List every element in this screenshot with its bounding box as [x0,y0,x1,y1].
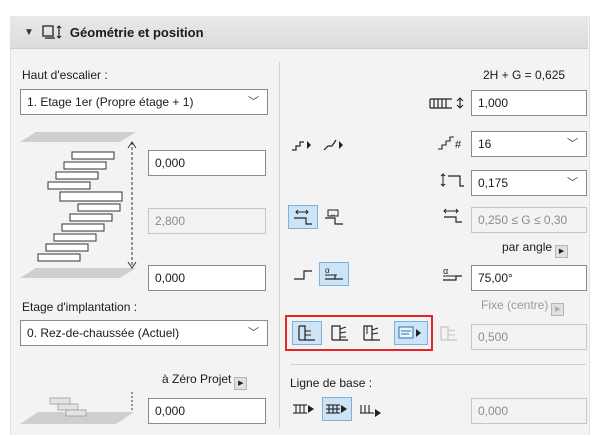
stair-profile-icon[interactable] [288,262,318,286]
angle-mode-text: par angle [502,240,553,254]
add-flight-icon[interactable] [287,133,317,157]
section-separator [290,364,586,365]
top-level-select[interactable]: 1. Etage 1er (Propre étage + 1) ﹀ [20,89,268,115]
svg-text:α: α [325,266,330,275]
baseline-center-icon[interactable] [322,397,352,421]
play-arrow-icon: ▶ [551,303,565,316]
column-divider [279,62,280,428]
edit-flight-icon[interactable] [319,133,349,157]
play-arrow-icon[interactable]: ▶ [555,245,569,258]
baseline-label: Ligne de base : [290,376,373,390]
position-mode-text: Fixe (centre) [481,298,549,312]
position-mode-button: Fixe (centre) ▶ [481,298,565,316]
formula-label: 2H + G = 0,625 [483,68,566,82]
riser-height-value: 0,175 [478,176,509,190]
top-level-label: Haut d'escalier : [22,68,108,82]
riser-height-select[interactable]: 0,175 ﹀ [471,170,587,196]
bottom-offset-input[interactable]: 0,000 [148,265,266,291]
svg-text:#: # [455,139,462,151]
going-depth-input: 0,250 ≤ G ≤ 0,30 [471,207,587,233]
going-depth-icon [442,208,464,224]
stair-height-input: 2,800 [148,208,266,234]
stair-angle-icon[interactable]: α [319,262,349,286]
top-offset-input[interactable]: 0,000 [148,150,266,176]
position-icon [438,324,460,342]
triangle-down-icon[interactable]: ▼ [24,27,34,38]
angle-input[interactable]: 75,00° [471,265,587,291]
angle-icon: α [442,266,464,282]
highlight-box [285,315,433,351]
panel-title: Géométrie et position [69,24,204,40]
riser-count-select[interactable]: 16 ﹀ [471,131,587,157]
riser-height-icon [440,172,466,188]
baseline-right-icon[interactable] [356,397,386,421]
top-level-value: 1. Etage 1er (Propre étage + 1) [27,95,194,109]
stair-geometry-icon [42,24,64,40]
angle-mode-button[interactable]: par angle ▶ [502,240,569,258]
chevron-down-icon: ﹀ [248,96,259,108]
home-story-select[interactable]: 0. Rez-de-chaussée (Actuel) ﹀ [20,320,268,346]
reference-level-label[interactable]: à Zéro Projet ▶ [162,372,248,390]
play-arrow-icon[interactable]: ▶ [234,377,248,390]
chevron-down-icon: ﹀ [567,138,578,150]
chevron-down-icon: ﹀ [567,177,578,189]
going-lock-icon[interactable] [288,205,318,229]
home-story-label: Etage d'implantation : [22,300,138,314]
chevron-down-icon: ﹀ [248,327,259,339]
svg-text:↔: ↔ [330,212,336,218]
panel-header[interactable]: ▼ Géométrie et position [10,16,588,49]
position-input: 0,500 [471,324,587,350]
baseline-left-icon[interactable] [289,397,319,421]
reference-level-input[interactable]: 0,000 [148,398,266,424]
reference-level-text: à Zéro Projet [162,372,232,386]
baseline-offset-input: 0,000 [471,398,587,424]
riser-count-icon: # [436,135,466,151]
riser-lock-icon[interactable]: ↔ [319,205,349,229]
home-story-value: 0. Rez-de-chaussée (Actuel) [27,326,180,340]
flight-width-icon [428,96,468,110]
stair-elevation-diagram [20,128,150,288]
riser-count-value: 16 [478,137,492,151]
reference-level-diagram [20,388,140,428]
svg-text:α: α [443,266,448,276]
flight-width-input[interactable]: 1,000 [471,90,587,116]
